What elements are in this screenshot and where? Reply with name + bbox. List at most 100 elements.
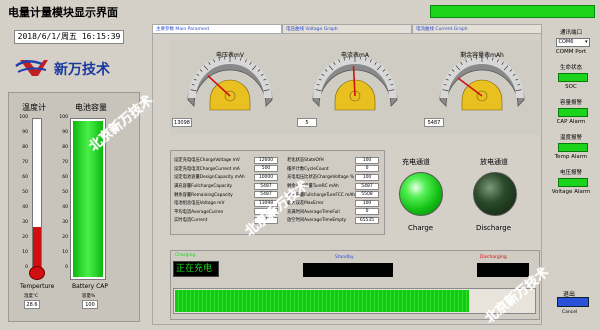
scale-tick-label: 40 — [22, 205, 28, 210]
param-label: 设定电池容量DesignCapacity mAh — [174, 175, 245, 181]
param-row: 循环计数CycleCount 0 — [287, 165, 385, 174]
param-value: 500 — [254, 165, 278, 173]
scale-tick-label: 60 — [62, 175, 68, 180]
param-value: 5508 — [355, 191, 379, 199]
scale-tick-label: 40 — [62, 205, 68, 210]
scale-tick-label: 10 — [62, 250, 68, 255]
param-row: 最大误差MaxError 100 — [287, 199, 385, 208]
thermometer-tube — [32, 118, 42, 270]
chevron-down-icon: ▾ — [584, 39, 588, 45]
param-row: 设定充电电流ChargeCurrent mA 500 — [174, 165, 282, 174]
window-title: 电量计量模块显示界面 — [8, 6, 118, 19]
right-status-column: 通讯端口 COM6 ▾ COMM Port 生命状态 SOC 容量报警 CAP … — [545, 24, 600, 324]
charge-caption: Charge — [408, 224, 434, 232]
discharge-caption: Discharge — [476, 224, 512, 232]
volt-alarm-indicator — [557, 178, 588, 187]
charge-indicator-light — [399, 172, 443, 216]
comm-port-value: COM6 — [558, 39, 574, 45]
discharging-label: Discharging — [480, 255, 507, 260]
comm-caption: COMM Port — [555, 49, 587, 55]
param-value: 0 — [355, 165, 379, 173]
scale-tick-label: 0 — [65, 265, 68, 270]
discharge-indicator-light — [473, 172, 517, 216]
gauge-value: 13098 — [172, 118, 192, 127]
charge-progress-fill — [175, 290, 470, 312]
battery-scale: 100 90 80 70 60 50 40 30 20 10 0 — [52, 115, 68, 270]
cap-unit-label: 容量% — [82, 294, 96, 299]
scale-tick-label: 30 — [22, 220, 28, 225]
scale-tick-label: 70 — [22, 160, 28, 165]
param-row: 充满时间AverageTimeFull 0 — [287, 208, 385, 217]
param-value: 5487 — [254, 182, 278, 190]
gauge-value: 5487 — [424, 118, 444, 127]
param-value: 65535 — [355, 216, 379, 224]
scale-tick-label: 80 — [22, 145, 28, 150]
gauge-label: 电压表mV — [216, 52, 244, 59]
logo-text: 新万技术 — [54, 62, 110, 78]
title-status-bar — [430, 5, 595, 18]
temp-alarm-caption: Temp Alarm — [554, 154, 588, 160]
cap-alarm-caption: CAP Alarm — [556, 119, 586, 125]
discharging-status-box — [477, 263, 529, 277]
temp-heading: 温度计 — [22, 103, 46, 112]
company-logo: 新万技术 — [14, 56, 124, 80]
param-value: 5487 — [355, 182, 379, 190]
battery-caption: Battery CAP — [72, 283, 109, 290]
temp-alarm-heading: 温度报警 — [559, 135, 582, 141]
param-label: 设定充电电压ChargeVoltage mV — [174, 158, 240, 164]
standby-status-box — [303, 263, 393, 277]
temp-caption: Temperture — [20, 283, 55, 290]
gauge-3: 剩余容量表mAh — [432, 44, 532, 130]
param-label: 充满时间AverageTimeFull — [287, 209, 340, 215]
scale-tick-label: 20 — [62, 235, 68, 240]
scale-tick-label: 100 — [19, 115, 28, 120]
temp-scale: 100 90 80 70 60 50 40 30 20 10 0 — [12, 115, 28, 270]
gauge-label: 剩余容量表mAh — [460, 52, 504, 59]
scale-tick-label: 0 — [25, 265, 28, 270]
gauge-1: 电压表mV — [180, 44, 280, 130]
scale-tick-label: 50 — [62, 190, 68, 195]
volt-alarm-caption: Voltage Alarm — [551, 189, 591, 195]
discharge-channel-heading: 放电通道 — [480, 158, 508, 166]
scale-tick-label: 70 — [62, 160, 68, 165]
scale-tick-label: 60 — [22, 175, 28, 180]
thermometer-level — [33, 227, 41, 269]
param-row: 设定电池容量DesignCapacity mAh 10000 — [174, 173, 282, 182]
scale-tick-label: 20 — [22, 235, 28, 240]
param-value: 100 — [355, 173, 379, 181]
param-value: 100 — [355, 199, 379, 207]
scale-tick-label: 90 — [22, 130, 28, 135]
exit-caption: Cancel — [562, 310, 578, 315]
param-value: 0 — [355, 208, 379, 216]
scale-tick-label: 80 — [62, 145, 68, 150]
gauge-2: 电流表mA — [305, 44, 405, 130]
soc-heading: 生命状态 — [559, 65, 582, 71]
gauge-value: 5 — [297, 118, 317, 127]
volt-alarm-heading: 电压报警 — [559, 170, 582, 176]
scale-tick-label: 90 — [62, 130, 68, 135]
charging-status-text: 正在充电 — [176, 264, 213, 274]
param-label: 放空时间AverageTimeEmpty — [287, 218, 347, 224]
comm-port-select[interactable]: COM6 ▾ — [555, 38, 590, 47]
scale-tick-label: 10 — [22, 250, 28, 255]
temp-alarm-indicator — [557, 143, 588, 152]
soc-caption: SOC — [565, 84, 577, 90]
scale-tick-label: 30 — [62, 220, 68, 225]
exit-button[interactable] — [557, 297, 589, 307]
charging-label: Charging — [175, 253, 196, 258]
param-row: 放空时间AverageTimeEmpty 65535 — [287, 216, 385, 225]
comm-heading: 通讯端口 — [559, 30, 582, 36]
param-label: 循环计数CycleCount — [287, 166, 329, 172]
param-label: 电池组总电压Voltage mV — [174, 201, 225, 207]
title-bar: 电量计量模块显示界面 — [0, 0, 600, 22]
datetime-display: 2018/6/1/周五 16:15:39 — [14, 30, 124, 44]
cap-value: 100 — [82, 300, 98, 309]
soc-indicator — [557, 73, 588, 82]
scale-tick-label: 50 — [22, 190, 28, 195]
param-row: 满充容量FullchargeCapacity 5487 — [174, 182, 282, 191]
param-row: 剩余容量RemainingCapacity 5487 — [174, 190, 282, 199]
param-value: 10000 — [254, 173, 278, 181]
standby-label: Standby — [335, 255, 354, 260]
temp-value: 28.6 — [24, 300, 40, 309]
param-label: 剩余容量RemainingCapacity — [174, 192, 233, 198]
